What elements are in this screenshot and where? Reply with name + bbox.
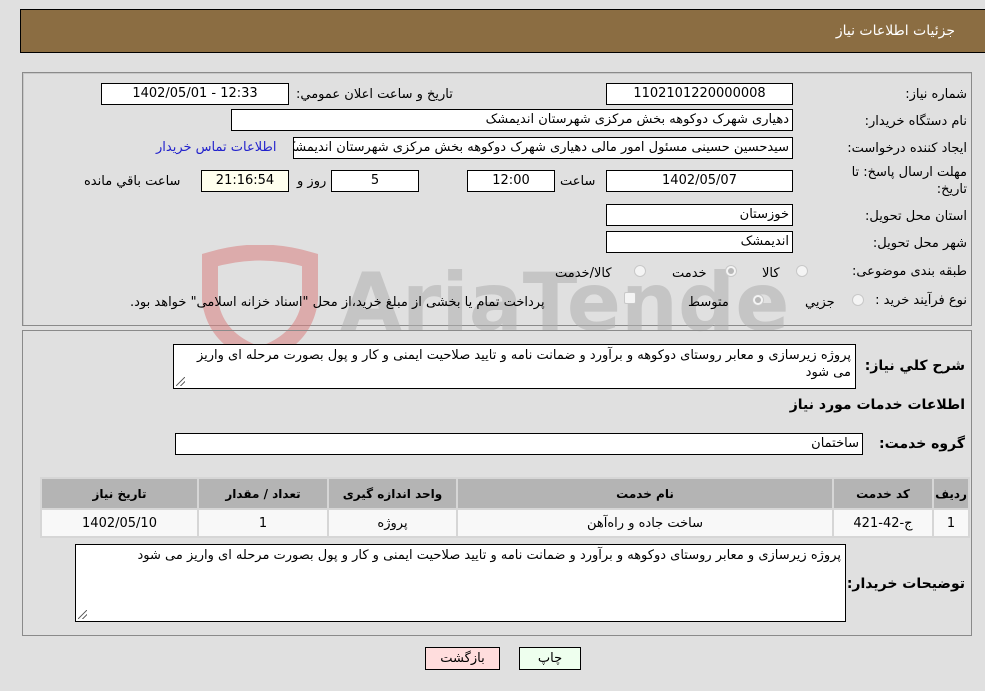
announce-datetime-label: تاريخ و ساعت اعلان عمومي:	[296, 87, 453, 102]
deadline-time-label: ساعت	[560, 174, 596, 189]
col-header-row-number: رديف	[934, 479, 968, 508]
category-radio-goods[interactable]	[796, 265, 808, 277]
service-group-label: گروه خدمت:	[879, 436, 965, 452]
days-label: روز و	[297, 174, 327, 189]
print-button[interactable]: چاپ	[519, 647, 581, 670]
days-remaining-field[interactable]: 5	[331, 170, 419, 192]
purchase-radio-medium[interactable]	[752, 294, 764, 306]
requester-field[interactable]: سیدحسین حسینی مسئول امور مالی دهیاری شهر…	[293, 137, 793, 159]
col-header-unit: واحد اندازه گيری	[329, 479, 456, 508]
purchase-type-label: نوع فرآيند خريد :	[875, 293, 967, 308]
table-header-row: رديف کد خدمت نام خدمت واحد اندازه گيری ت…	[42, 479, 968, 508]
back-button[interactable]: بازگشت	[425, 647, 500, 670]
col-header-service-name: نام خدمت	[458, 479, 832, 508]
table-row: 1 ج-42-421 ساخت جاده و راه‌آهن پروژه 1 1…	[42, 510, 968, 536]
buyer-notes-label: توضيحات خريدار:	[846, 576, 965, 592]
category-radio-service[interactable]	[725, 265, 737, 277]
service-group-field[interactable]: ساختمان	[175, 433, 863, 455]
announce-datetime-field[interactable]: 1402/05/01 - 12:33	[101, 83, 289, 105]
deadline-time-field[interactable]: 12:00	[467, 170, 555, 192]
cell-service-name: ساخت جاده و راه‌آهن	[458, 510, 832, 536]
cell-row-number: 1	[934, 510, 968, 536]
cell-service-code: ج-42-421	[834, 510, 932, 536]
cell-unit: پروژه	[329, 510, 456, 536]
need-number-label: شماره نیاز:	[905, 87, 967, 102]
col-header-quantity: تعداد / مقدار	[199, 479, 327, 508]
buyer-notes-text: پروژه زیرسازی و معابر روستای دوکوهه و بر…	[137, 548, 841, 563]
resize-grip-icon[interactable]	[78, 610, 87, 619]
deadline-label-line2: تاريخ:	[936, 182, 967, 197]
remaining-time-label: ساعت باقي مانده	[84, 174, 181, 189]
buyer-notes-textarea[interactable]: پروژه زیرسازی و معابر روستای دوکوهه و بر…	[75, 544, 846, 622]
category-option-goods: کالا	[762, 266, 780, 281]
services-table: رديف کد خدمت نام خدمت واحد اندازه گيری ت…	[40, 477, 970, 538]
buyer-org-field[interactable]: دهیاری شهرک دوکوهه بخش مرکزی شهرستان اند…	[231, 109, 793, 131]
services-section-title: اطلاعات خدمات مورد نياز	[789, 397, 965, 413]
remaining-time-field[interactable]: 21:16:54	[201, 170, 289, 192]
deadline-date-field[interactable]: 1402/05/07	[606, 170, 793, 192]
category-label: طبقه بندی موضوعی:	[851, 264, 967, 279]
treasury-checkbox-label: پرداخت تمام يا بخشی از مبلغ خريد،از محل …	[130, 295, 545, 310]
need-number-field[interactable]: 1102101220000008	[606, 83, 793, 105]
description-text: پروژه زیرسازی و معابر روستای دوکوهه و بر…	[196, 348, 851, 380]
purchase-option-minor: جزيي	[805, 295, 835, 310]
col-header-service-code: کد خدمت	[834, 479, 932, 508]
purchase-option-medium: متوسط	[688, 295, 729, 310]
category-option-goods-service: کالا/خدمت	[555, 266, 612, 281]
treasury-checkbox[interactable]	[624, 292, 636, 304]
page-header: جزئیات اطلاعات نیاز	[20, 9, 985, 53]
purchase-radio-minor[interactable]	[852, 294, 864, 306]
col-header-need-date: تاريخ نياز	[42, 479, 197, 508]
deadline-label-line1: مهلت ارسال پاسخ: تا	[851, 165, 967, 180]
province-field[interactable]: خوزستان	[606, 204, 793, 226]
description-label: شرح کلي نياز:	[864, 358, 965, 374]
city-field[interactable]: اندیمشک	[606, 231, 793, 253]
category-radio-goods-service[interactable]	[634, 265, 646, 277]
category-option-service: خدمت	[672, 266, 707, 281]
province-label: استان محل تحويل:	[865, 209, 967, 224]
description-textarea[interactable]: پروژه زیرسازی و معابر روستای دوکوهه و بر…	[173, 344, 856, 389]
buyer-contact-link[interactable]: اطلاعات تماس خريدار	[156, 140, 276, 155]
page-title: جزئیات اطلاعات نیاز	[835, 23, 955, 39]
cell-quantity: 1	[199, 510, 327, 536]
buyer-org-label: نام دستگاه خريدار:	[864, 114, 967, 129]
city-label: شهر محل تحويل:	[872, 236, 967, 251]
cell-need-date: 1402/05/10	[42, 510, 197, 536]
resize-grip-icon[interactable]	[176, 377, 185, 386]
requester-label: ايجاد کننده درخواست:	[847, 141, 967, 156]
